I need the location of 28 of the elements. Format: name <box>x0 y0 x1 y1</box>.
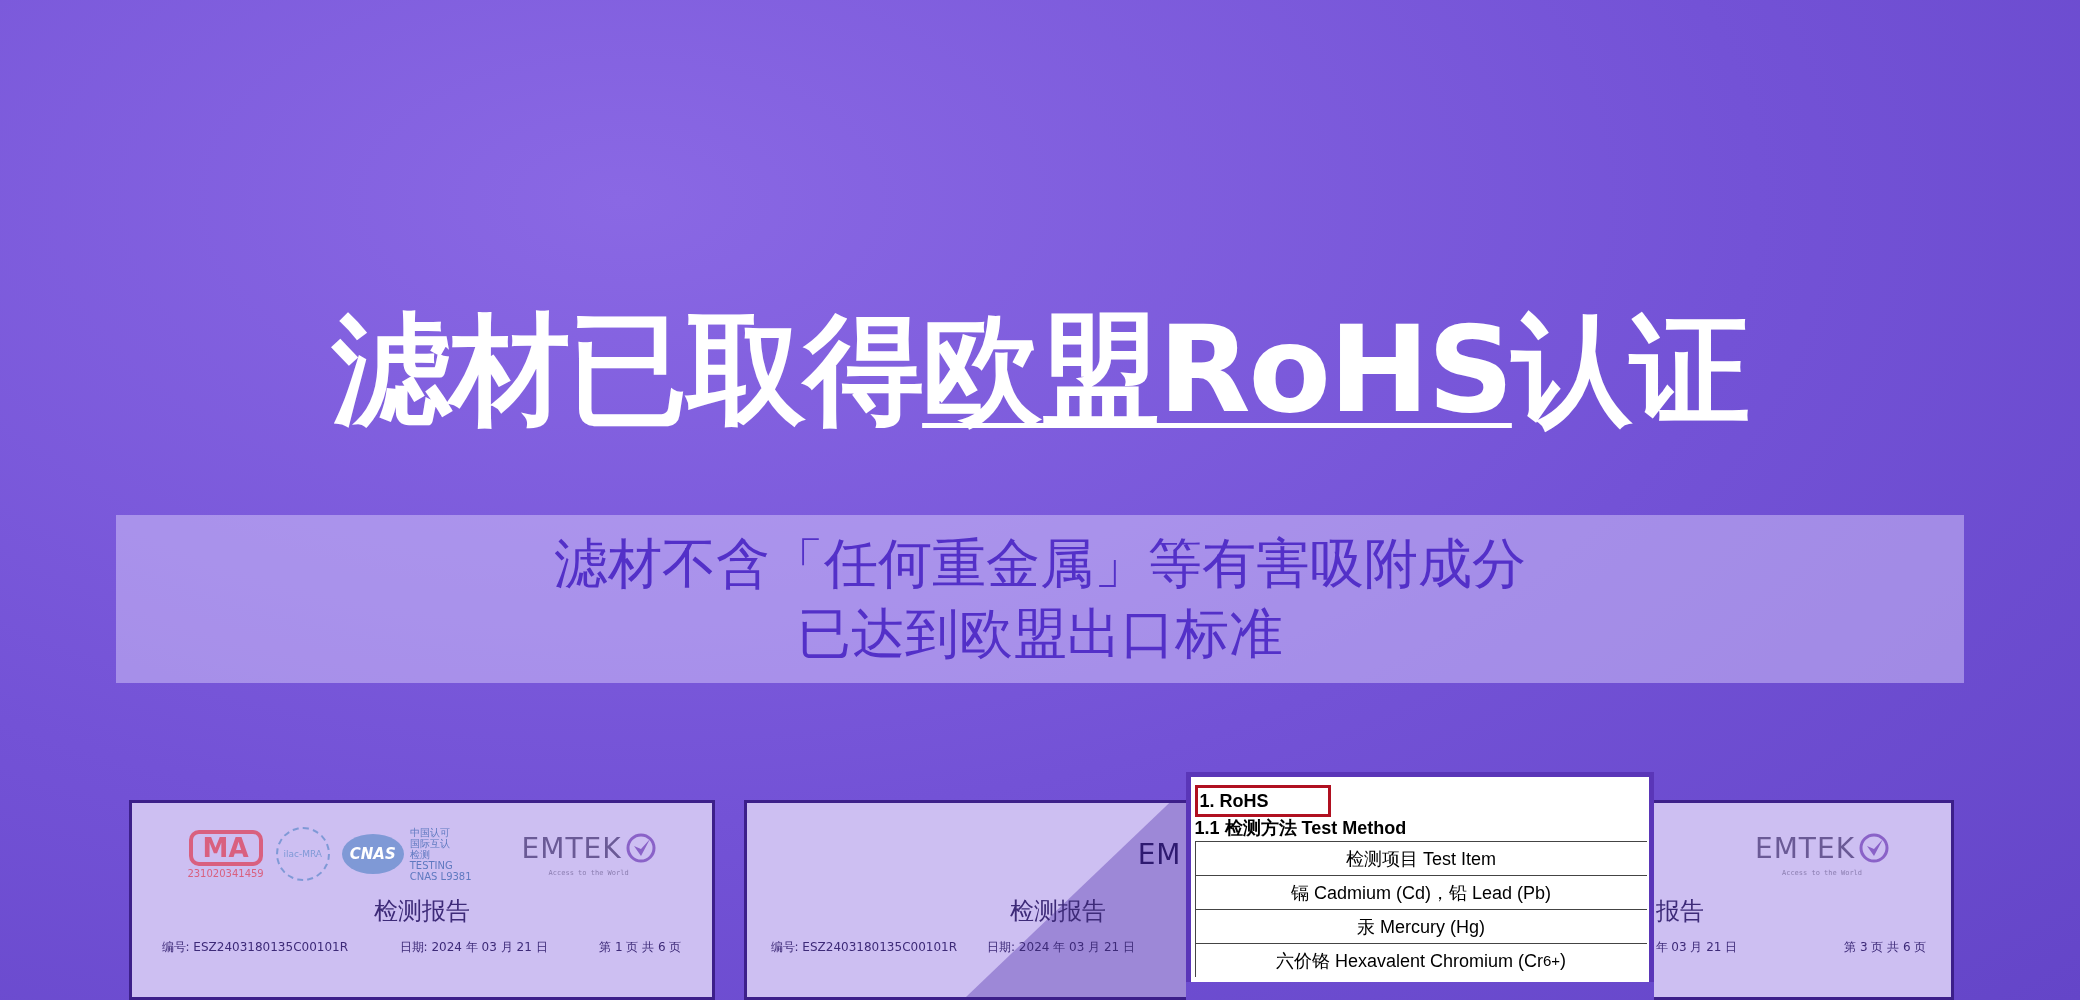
brand-logo: EMTEK <box>1755 831 1855 865</box>
cnas-caption: 中国认可 国际互认 检测 TESTING CNAS L9381 <box>409 826 472 882</box>
banner-text: 已达到欧盟出口标准 <box>797 601 1283 667</box>
report-title: 检测报告 <box>372 896 471 927</box>
section-subheading: 1.1 检测方法 Test Method <box>1194 817 1408 839</box>
page-count: 第 1 页 共 6 页 <box>599 939 682 956</box>
brand-logo: EM <box>1137 837 1182 871</box>
check-circle-icon <box>1859 833 1889 863</box>
cma-number: 231020341459 <box>187 867 264 879</box>
report-date: 日期: 2024 年 03 月 21 日 <box>399 939 548 956</box>
table-cell: 镉 Cadmium (Cd)，铅 Lead (Pb) <box>1195 875 1647 909</box>
report-date: 日期: 2024 年 03 月 21 日 <box>987 939 1136 956</box>
section-heading: 1. RoHS <box>1194 785 1331 817</box>
report-number: 编号: ESZ2403180135C00101R <box>161 939 348 956</box>
report-title: 检测报告 <box>1008 896 1107 927</box>
headline: 滤材已取得欧盟RoHS认证 <box>332 300 1748 440</box>
banner-text: 滤材不含「任何重金属」等有害吸附成分 <box>554 531 1526 597</box>
brand-logo: EMTEK <box>521 831 622 865</box>
cma-logo: MA <box>188 829 263 866</box>
page-count: 第 3 页 共 6 页 <box>1844 939 1927 956</box>
cnas-logo: CNAS <box>341 834 404 874</box>
report-number: 编号: ESZ2403180135C00101R <box>770 939 957 956</box>
table-cell: 检测项目 Test Item <box>1195 841 1647 875</box>
check-circle-icon <box>625 833 656 863</box>
ilac-logo: ilac-MRA <box>275 827 330 881</box>
table-cell: 汞 Mercury (Hg) <box>1195 909 1647 943</box>
report-title: 报告 <box>1654 896 1705 927</box>
report-date: 年 03 月 21 日 <box>1655 939 1738 956</box>
